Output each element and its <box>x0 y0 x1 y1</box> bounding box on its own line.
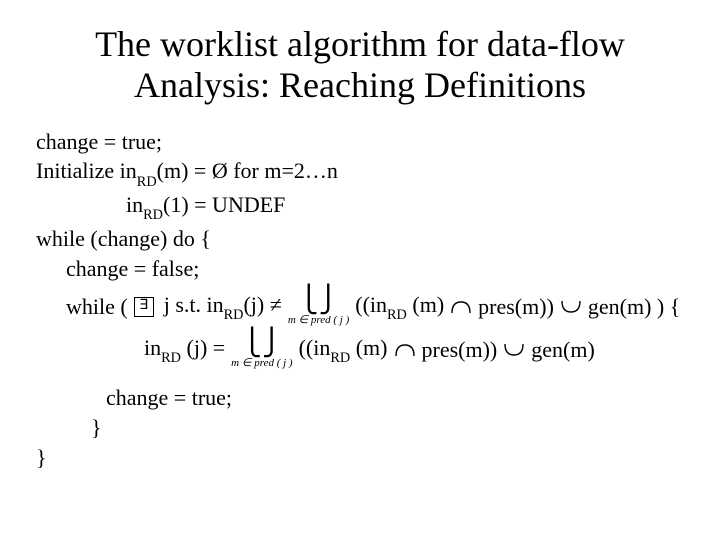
spacer <box>36 369 684 383</box>
alg-line-9: } <box>36 413 684 443</box>
algorithm-body: change = true; Initialize inRD(m) = Ø fo… <box>36 127 684 473</box>
text: Initialize in <box>36 158 137 183</box>
alg-line-4: while (change) do { <box>36 224 684 254</box>
union-icon <box>503 343 525 357</box>
subscript-rd: RD <box>137 174 157 190</box>
alg-line-3: inRD(1) = UNDEF <box>36 190 684 224</box>
alg-line-6: while ( ∃ j s.t. inRD(j) ≠ ⎩⎭ m ∈ pred (… <box>36 287 684 326</box>
alg-line-1: change = true; <box>36 127 684 157</box>
intersect-icon <box>450 300 472 314</box>
alg-line-10: } <box>36 443 684 473</box>
text: in <box>126 192 143 217</box>
subscript-rd: RD <box>143 207 163 223</box>
exists-icon: ∃ <box>134 297 154 317</box>
text: (1) = UNDEF <box>163 192 285 217</box>
slide: The worklist algorithm for data-flow Ana… <box>0 0 720 540</box>
alg-line-2: Initialize inRD(m) = Ø for m=2…n <box>36 156 684 190</box>
text: (m) = Ø for m=2…n <box>157 158 338 183</box>
text: ((inRD (m) <box>355 290 444 324</box>
alg-line-8: change = true; <box>36 383 684 413</box>
text: pres(m)) <box>422 335 498 365</box>
text: inRD (j) = <box>144 333 225 367</box>
text: pres(m)) <box>478 292 554 322</box>
alg-line-5: change = false; <box>36 254 684 284</box>
union-icon <box>560 300 582 314</box>
slide-title: The worklist algorithm for data-flow Ana… <box>36 24 684 107</box>
text: j s.t. inRD(j) ≠ <box>164 290 282 324</box>
intersect-icon <box>394 343 416 357</box>
text: gen(m) ) { <box>588 292 680 322</box>
text: ((inRD (m) <box>299 333 388 367</box>
big-union-icon: ⎩⎭ m ∈ pred ( j ) <box>288 287 349 326</box>
text: gen(m) <box>531 335 595 365</box>
alg-line-7: inRD (j) = ⎩⎭ m ∈ pred ( j ) ((inRD (m) … <box>36 330 684 369</box>
big-union-icon: ⎩⎭ m ∈ pred ( j ) <box>231 330 292 369</box>
text: while ( <box>66 292 128 322</box>
